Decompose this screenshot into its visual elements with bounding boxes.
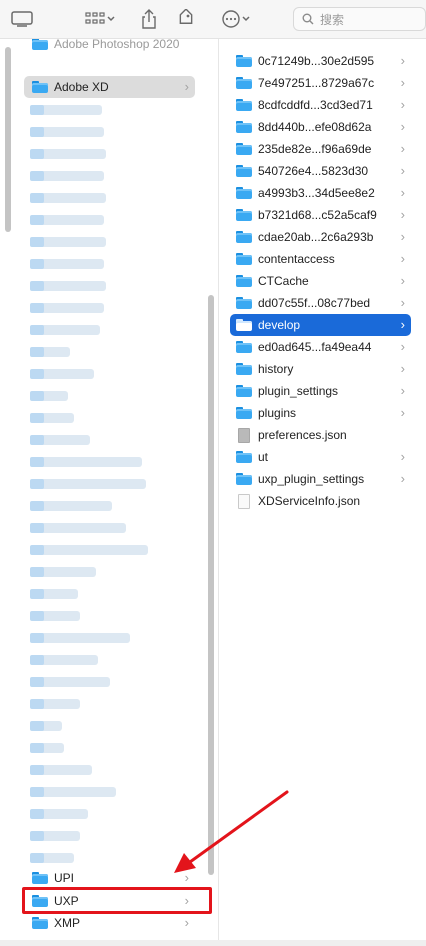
- annotation-arrow-icon: [174, 790, 289, 873]
- status-bar: [0, 940, 426, 946]
